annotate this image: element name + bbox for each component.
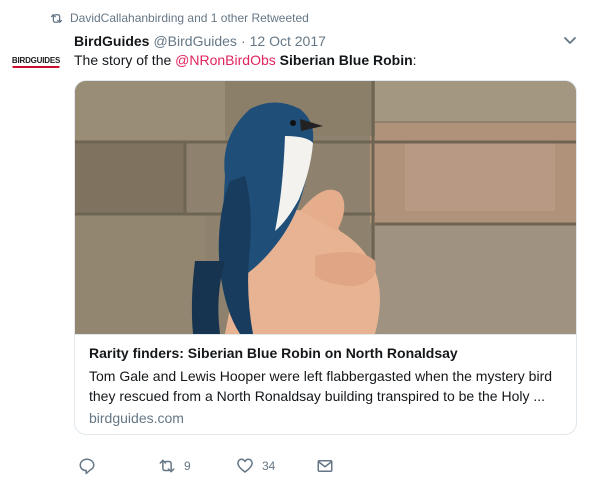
retweet-icon <box>159 459 175 473</box>
avatar[interactable]: BIRDGUIDES <box>12 38 60 86</box>
tweet-bold-text: Siberian Blue Robin <box>279 52 413 68</box>
card-domain: birdguides.com <box>89 410 184 426</box>
mention-link[interactable]: @NRonBirdObs <box>175 52 276 68</box>
retweet-context-text[interactable]: DavidCallahanbirding and 1 other Retweet… <box>70 11 309 25</box>
tweet-header: BirdGuides @BirdGuides · 12 Oct 2017 <box>74 31 326 51</box>
tweet-text-suffix: : <box>412 52 417 68</box>
more-options-button[interactable] <box>562 34 578 48</box>
card-description: Tom Gale and Lewis Hooper were left flab… <box>89 368 553 404</box>
like-count: 34 <box>262 459 276 473</box>
tweet-text: The story of the @NRonBirdObs Siberian B… <box>74 50 574 70</box>
retweet-button[interactable]: 9 <box>158 456 191 476</box>
retweet-icon <box>50 13 63 23</box>
retweet-context: DavidCallahanbirding and 1 other Retweet… <box>49 9 309 27</box>
envelope-icon <box>317 460 333 472</box>
card-title[interactable]: Rarity finders: Siberian Blue Robin on N… <box>89 345 458 361</box>
separator-dot: · <box>240 33 246 49</box>
tweet-date[interactable]: 12 Oct 2017 <box>250 33 326 49</box>
retweet-count: 9 <box>184 459 191 473</box>
author-display-name[interactable]: BirdGuides <box>74 33 149 49</box>
reply-button[interactable] <box>78 456 104 476</box>
direct-message-button[interactable] <box>316 456 334 476</box>
heart-icon <box>237 458 253 473</box>
link-card[interactable]: Rarity finders: Siberian Blue Robin on N… <box>74 80 577 435</box>
tweet[interactable]: DavidCallahanbirding and 1 other Retweet… <box>0 0 592 486</box>
card-image[interactable] <box>75 81 577 334</box>
chevron-down-icon <box>564 37 576 44</box>
author-handle[interactable]: @BirdGuides <box>153 33 236 49</box>
like-button[interactable]: 34 <box>236 456 275 476</box>
tweet-text-prefix: The story of the <box>74 52 176 68</box>
card-body[interactable]: Rarity finders: Siberian Blue Robin on N… <box>75 334 576 434</box>
avatar-logo: BIRDGUIDES <box>12 56 60 68</box>
reply-icon <box>79 458 95 475</box>
tweet-actions: 9 34 <box>74 456 374 476</box>
